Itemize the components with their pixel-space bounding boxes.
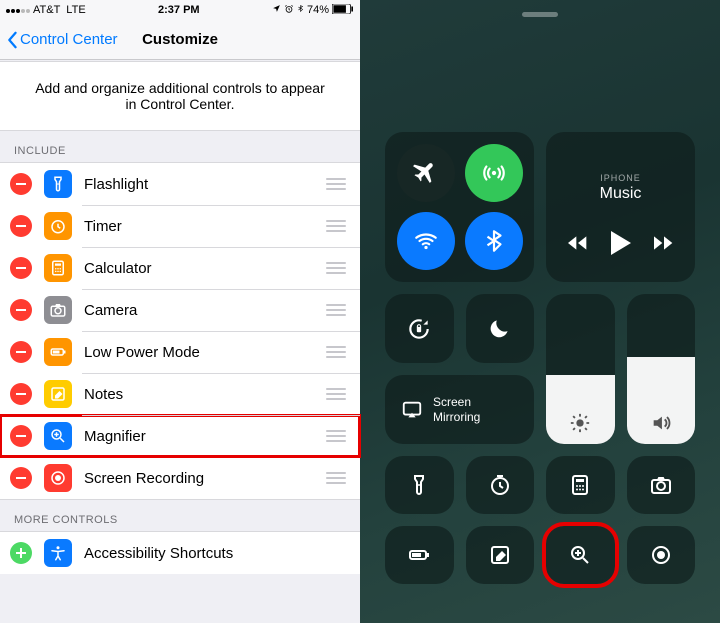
remove-button[interactable] [10,341,32,363]
include-list: Flashlight Timer Calculator Camera Low Power… [0,162,360,500]
row-label: Camera [84,302,324,319]
settings-pane: AT&T LTE 2:37 PM 74% Control Center Cust… [0,0,360,623]
row-label: Screen Recording [84,470,324,487]
do-not-disturb-toggle[interactable] [466,294,535,363]
description-text: Add and organize additional controls to … [0,61,360,131]
now-playing-module[interactable]: IPHONE Music [546,132,695,282]
timer-button[interactable] [466,456,535,514]
flashlight-icon [44,170,72,198]
row-label: Timer [84,218,324,235]
alarm-icon [284,4,294,17]
orientation-lock-toggle[interactable] [385,294,454,363]
battery-icon [44,338,72,366]
camera-button[interactable] [627,456,696,514]
play-button[interactable] [610,231,632,260]
remove-button[interactable] [10,383,32,405]
add-button[interactable] [10,542,32,564]
accessibility-icon [44,539,72,567]
list-row: Magnifier [0,415,360,457]
signal-strength-icon [6,4,31,16]
connectivity-module [385,132,534,282]
reorder-handle[interactable] [324,430,346,442]
calculator-icon [44,254,72,282]
bluetooth-icon [297,3,304,17]
remove-button[interactable] [10,425,32,447]
reorder-handle[interactable] [324,388,346,400]
reorder-handle[interactable] [324,220,346,232]
list-row: Timer [0,205,360,247]
next-track-button[interactable] [654,235,674,256]
battery-icon [332,4,354,17]
list-row: Low Power Mode [0,331,360,373]
list-row: Notes [0,373,360,415]
nav-title: Customize [142,31,218,48]
network-label: LTE [66,4,85,16]
reorder-handle[interactable] [324,346,346,358]
magnifier-icon [44,422,72,450]
list-row: Accessibility Shortcuts [0,532,360,574]
control-center-pane: IPHONE Music ScreenMirroring [360,0,720,623]
camera-icon [44,296,72,324]
row-label: Notes [84,386,324,403]
nav-bar: Control Center Customize [0,20,360,60]
list-row: Screen Recording [0,457,360,499]
screen-mirroring-label: ScreenMirroring [433,395,480,424]
location-icon [272,4,281,16]
row-label: Calculator [84,260,324,277]
prev-track-button[interactable] [568,235,588,256]
notes-button[interactable] [466,526,535,584]
back-label: Control Center [20,31,118,48]
remove-button[interactable] [10,215,32,237]
brightness-icon [569,412,591,434]
screen-mirroring-button[interactable]: ScreenMirroring [385,375,534,444]
notes-icon [44,380,72,408]
calculator-button[interactable] [546,456,615,514]
remove-button[interactable] [10,299,32,321]
grabber-handle[interactable] [522,12,558,17]
more-controls-header: MORE CONTROLS [0,500,360,531]
battery-percent-label: 74% [307,4,329,16]
record-icon [44,464,72,492]
wifi-toggle[interactable] [397,212,455,270]
flashlight-button[interactable] [385,456,454,514]
row-label: Accessibility Shortcuts [84,545,346,562]
reorder-handle[interactable] [324,262,346,274]
timer-icon [44,212,72,240]
carrier-label: AT&T [33,4,60,16]
remove-button[interactable] [10,467,32,489]
volume-icon [650,412,672,434]
reorder-handle[interactable] [324,304,346,316]
now-playing-source: IPHONE [600,173,641,183]
more-controls-list: Accessibility Shortcuts [0,531,360,574]
list-row: Flashlight [0,163,360,205]
magnifier-button[interactable] [546,526,615,584]
cellular-data-toggle[interactable] [465,144,523,202]
back-button[interactable]: Control Center [6,31,118,49]
row-label: Magnifier [84,428,324,445]
status-bar: AT&T LTE 2:37 PM 74% [0,0,360,20]
screen-recording-button[interactable] [627,526,696,584]
brightness-slider[interactable] [546,294,615,444]
list-row: Camera [0,289,360,331]
remove-button[interactable] [10,173,32,195]
low-power-mode-button[interactable] [385,526,454,584]
include-header: INCLUDE [0,131,360,162]
reorder-handle[interactable] [324,178,346,190]
row-label: Flashlight [84,176,324,193]
clock-label: 2:37 PM [158,4,200,16]
now-playing-title: Music [600,185,642,203]
list-row: Calculator [0,247,360,289]
remove-button[interactable] [10,257,32,279]
bluetooth-toggle[interactable] [465,212,523,270]
airplane-mode-toggle[interactable] [397,144,455,202]
reorder-handle[interactable] [324,472,346,484]
volume-slider[interactable] [627,294,696,444]
row-label: Low Power Mode [84,344,324,361]
